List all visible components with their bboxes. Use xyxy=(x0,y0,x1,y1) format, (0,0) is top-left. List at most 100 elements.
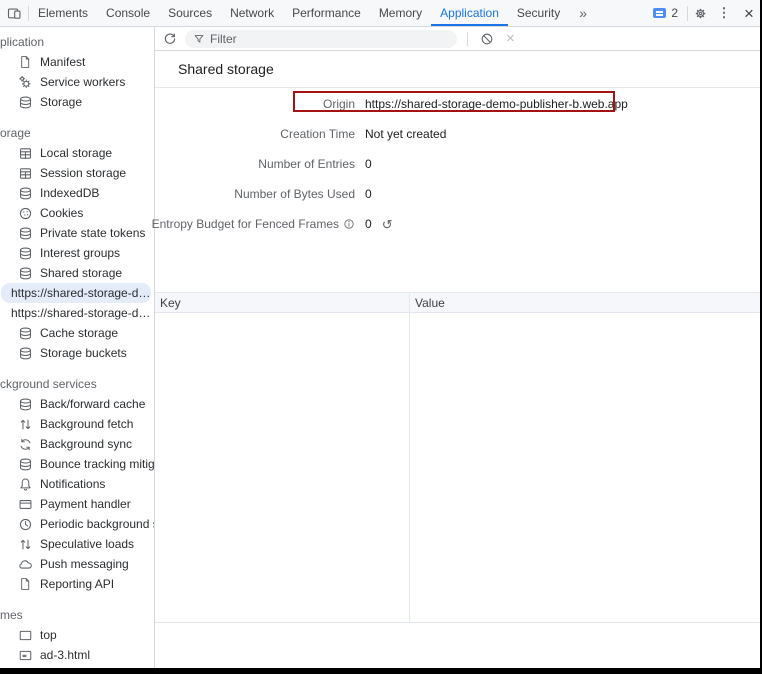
info-icon[interactable] xyxy=(343,218,355,230)
metadata-row-number-of-bytes-used: Number of Bytes Used0 xyxy=(155,179,762,209)
tab-memory[interactable]: Memory xyxy=(370,0,431,26)
database-icon xyxy=(17,94,33,110)
sidebar-item-session-storage[interactable]: Session storage xyxy=(0,163,154,183)
metadata-row-creation-time: Creation Time Not yet created xyxy=(155,119,762,149)
sidebar-item-top[interactable]: top xyxy=(0,625,154,645)
frame-icon xyxy=(17,627,33,643)
shared-storage-metadata: Originhttps://shared-storage-demo-publis… xyxy=(155,88,762,292)
sidebar-item-label: Storage xyxy=(40,95,82,109)
devtools-content: plicationManifestService workersStorageo… xyxy=(0,27,762,668)
sidebar-section-header: ckground services xyxy=(0,374,154,394)
sidebar-item-label: Local storage xyxy=(40,146,112,160)
refresh-button[interactable] xyxy=(161,30,179,48)
column-header-key[interactable]: Key xyxy=(155,293,410,312)
sidebar-item-manifest[interactable]: Manifest xyxy=(0,52,154,72)
sidebar-item-bounce-tracking-mitiga[interactable]: Bounce tracking mitiga… xyxy=(0,454,154,474)
sidebar-item-label: Private state tokens xyxy=(40,226,145,240)
chevron-double-right-icon: » xyxy=(579,5,586,21)
devtools-window: ElementsConsoleSourcesNetworkPerformance… xyxy=(0,0,762,674)
sidebar-item-indexeddb[interactable]: IndexedDB xyxy=(0,183,154,203)
application-sidebar: plicationManifestService workersStorageo… xyxy=(0,27,155,668)
sidebar-item-back-forward-cache[interactable]: Back/forward cache xyxy=(0,394,154,414)
delete-selected-button-disabled[interactable]: × xyxy=(502,30,519,47)
sidebar-item-label: Background sync xyxy=(40,437,132,451)
sidebar-item-reporting-api[interactable]: Reporting API xyxy=(0,574,154,594)
value-column-area xyxy=(410,313,762,622)
filter-funnel-icon xyxy=(193,33,205,45)
updown-arrows-icon xyxy=(17,416,33,432)
issues-count: 2 xyxy=(671,6,678,20)
toggle-device-toolbar-button[interactable] xyxy=(0,0,28,26)
database-icon xyxy=(17,345,33,361)
sidebar-item-private-state-tokens[interactable]: Private state tokens xyxy=(0,223,154,243)
tab-network[interactable]: Network xyxy=(221,0,283,26)
tab-security[interactable]: Security xyxy=(508,0,569,26)
cookie-icon xyxy=(17,205,33,221)
metadata-value: 0 xyxy=(365,157,762,171)
tab-application[interactable]: Application xyxy=(431,0,508,26)
sidebar-item-https-shared-storage-d[interactable]: https://shared-storage-d… xyxy=(0,303,154,323)
sidebar-item-https-shared-storage-d[interactable]: https://shared-storage-d… xyxy=(1,283,151,303)
sidebar-item-label: Session storage xyxy=(40,166,126,180)
delete-all-button[interactable] xyxy=(478,30,496,48)
metadata-value-text: 0 xyxy=(365,217,372,231)
table-icon xyxy=(17,165,33,181)
sidebar-item-interest-groups[interactable]: Interest groups xyxy=(0,243,154,263)
sidebar-item-storage-buckets[interactable]: Storage buckets xyxy=(0,343,154,363)
panel-toolbar: × xyxy=(155,27,762,51)
divider xyxy=(467,32,468,46)
sidebar-item-background-sync[interactable]: Background sync xyxy=(0,434,154,454)
metadata-value-text: 0 xyxy=(365,187,372,201)
database-icon xyxy=(17,225,33,241)
sidebar-item-background-fetch[interactable]: Background fetch xyxy=(0,414,154,434)
tab-elements[interactable]: Elements xyxy=(29,0,97,26)
settings-button[interactable] xyxy=(688,6,712,21)
metadata-value-text: Not yet created xyxy=(365,127,446,141)
sidebar-item-label: Interest groups xyxy=(40,246,120,260)
sidebar-item-label: IndexedDB xyxy=(40,186,99,200)
tab-performance[interactable]: Performance xyxy=(283,0,370,26)
sidebar-item-local-storage[interactable]: Local storage xyxy=(0,143,154,163)
sidebar-item-label: Background fetch xyxy=(40,417,133,431)
vertical-dots-icon: ⋮ xyxy=(718,5,731,21)
sidebar-item-push-messaging[interactable]: Push messaging xyxy=(0,554,154,574)
filter-box[interactable] xyxy=(185,30,457,48)
page-title: Shared storage xyxy=(178,61,274,77)
database-icon xyxy=(17,265,33,281)
close-icon: × xyxy=(744,4,754,23)
column-header-value[interactable]: Value xyxy=(410,293,762,312)
filter-input[interactable] xyxy=(210,32,449,46)
sidebar-item-service-workers[interactable]: Service workers xyxy=(0,72,154,92)
sidebar-item-storage[interactable]: Storage xyxy=(0,92,154,112)
metadata-label: Creation Time xyxy=(158,127,355,141)
sidebar-item-periodic-background-s[interactable]: Periodic background s… xyxy=(0,514,154,534)
sidebar-item-label: Manifest xyxy=(40,55,85,69)
more-tabs-button[interactable]: » xyxy=(569,0,596,26)
customize-devtools-button[interactable]: ⋮ xyxy=(712,5,736,21)
database-icon xyxy=(17,456,33,472)
payment-card-icon xyxy=(17,496,33,512)
database-icon xyxy=(17,325,33,341)
sidebar-item-payment-handler[interactable]: Payment handler xyxy=(0,494,154,514)
tab-sources[interactable]: Sources xyxy=(159,0,221,26)
reset-budget-button[interactable]: ↺ xyxy=(382,218,393,231)
sidebar-section-header: plication xyxy=(0,32,154,52)
metadata-value: Not yet created xyxy=(365,127,762,141)
tab-console[interactable]: Console xyxy=(97,0,159,26)
sidebar-item-label: Shared storage xyxy=(40,266,122,280)
sidebar-item-shared-storage[interactable]: Shared storage xyxy=(0,263,154,283)
sidebar-item-ad-3-html[interactable]: ad-3.html xyxy=(0,645,154,665)
clock-icon xyxy=(17,516,33,532)
x-icon: × xyxy=(506,30,515,47)
close-devtools-button[interactable]: × xyxy=(736,0,762,27)
sidebar-item-notifications[interactable]: Notifications xyxy=(0,474,154,494)
cloud-icon xyxy=(17,556,33,572)
key-column-area xyxy=(155,313,410,622)
sidebar-item-label: Storage buckets xyxy=(40,346,127,360)
sidebar-item-speculative-loads[interactable]: Speculative loads xyxy=(0,534,154,554)
sidebar-item-cache-storage[interactable]: Cache storage xyxy=(0,323,154,343)
devtools-tab-bar: ElementsConsoleSourcesNetworkPerformance… xyxy=(0,0,762,27)
sidebar-item-cookies[interactable]: Cookies xyxy=(0,203,154,223)
sidebar-section-header: mes xyxy=(0,605,154,625)
issues-counter-button[interactable]: 2 xyxy=(644,6,687,20)
